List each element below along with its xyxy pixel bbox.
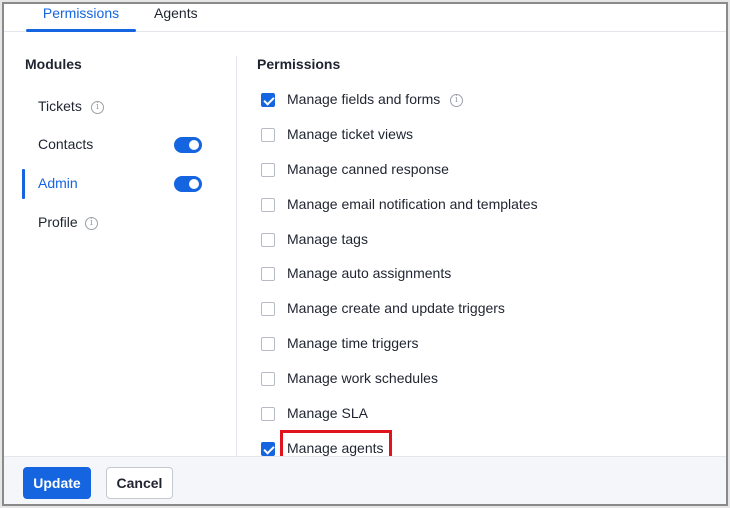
modules-title: Modules — [25, 56, 82, 72]
permission-label: Manage tags — [287, 231, 368, 247]
permission-row: Manage tags — [261, 230, 701, 252]
permission-row: Manage time triggers — [261, 334, 701, 356]
module-item-contacts[interactable]: Contacts — [4, 130, 236, 160]
permission-row: Manage ticket views — [261, 125, 701, 147]
active-module-indicator — [22, 169, 25, 199]
info-icon[interactable]: i — [91, 101, 104, 114]
permission-label: Manage fields and forms — [287, 91, 441, 107]
info-icon[interactable]: i — [85, 217, 98, 230]
permission-label: Manage auto assignments — [287, 265, 452, 281]
contacts-toggle[interactable] — [174, 137, 202, 153]
permission-label: Manage SLA — [287, 405, 368, 421]
permission-label: Manage create and update triggers — [287, 300, 505, 316]
permission-row: Manage canned response — [261, 160, 701, 182]
cancel-button[interactable]: Cancel — [106, 467, 173, 499]
permissions-title: Permissions — [257, 56, 341, 72]
permission-label: Manage work schedules — [287, 370, 438, 386]
checkbox-manage-fields-and-forms[interactable] — [261, 93, 275, 107]
permission-row: Manage email notification and templates — [261, 195, 701, 217]
footer-bar: Update Cancel — [4, 456, 726, 504]
checkbox-manage-work-schedules[interactable] — [261, 372, 275, 386]
checkbox-manage-sla[interactable] — [261, 407, 275, 421]
permission-row: Manage auto assignments — [261, 264, 701, 286]
checkbox-manage-email-notification[interactable] — [261, 198, 275, 212]
permissions-column: Permissions Manage fields and forms i Ma… — [237, 32, 726, 462]
permission-label: Manage time triggers — [287, 335, 419, 351]
checkbox-manage-create-update-triggers[interactable] — [261, 302, 275, 316]
module-label-admin: Admin — [38, 175, 78, 191]
checkbox-manage-auto-assignments[interactable] — [261, 267, 275, 281]
permission-row: Manage fields and forms i — [261, 90, 701, 112]
info-icon[interactable]: i — [450, 94, 463, 107]
module-item-profile[interactable]: Profile i — [4, 208, 236, 238]
tab-agents-label: Agents — [154, 5, 198, 21]
module-label-tickets: Tickets — [38, 98, 82, 114]
module-label-profile: Profile — [38, 214, 78, 230]
toggle-knob — [189, 140, 199, 150]
module-item-admin[interactable]: Admin — [4, 169, 236, 199]
tab-agents[interactable]: Agents — [154, 4, 198, 22]
permission-label: Manage ticket views — [287, 126, 414, 142]
toggle-knob — [189, 179, 199, 189]
checkbox-manage-canned-response[interactable] — [261, 163, 275, 177]
module-item-tickets[interactable]: Tickets i — [4, 92, 236, 122]
module-label-contacts: Contacts — [38, 136, 94, 152]
permission-row: Manage create and update triggers — [261, 299, 701, 321]
tab-bar: Permissions Agents — [4, 4, 726, 32]
checkbox-manage-agents[interactable] — [261, 442, 275, 456]
modules-column: Modules Tickets i Contacts Admin Profile… — [4, 32, 236, 456]
permissions-panel: Permissions Agents Modules Tickets i Con… — [2, 2, 728, 506]
checkbox-manage-time-triggers[interactable] — [261, 337, 275, 351]
permission-row: Manage SLA — [261, 404, 701, 426]
permission-label: Manage canned response — [287, 161, 449, 177]
admin-toggle[interactable] — [174, 176, 202, 192]
permission-label: Manage email notification and templates — [287, 196, 538, 212]
tab-permissions-label: Permissions — [42, 5, 120, 21]
tab-permissions[interactable]: Permissions — [26, 4, 136, 32]
checkbox-manage-ticket-views[interactable] — [261, 128, 275, 142]
checkbox-manage-tags[interactable] — [261, 233, 275, 247]
update-button[interactable]: Update — [23, 467, 91, 499]
permission-row: Manage work schedules — [261, 369, 701, 391]
